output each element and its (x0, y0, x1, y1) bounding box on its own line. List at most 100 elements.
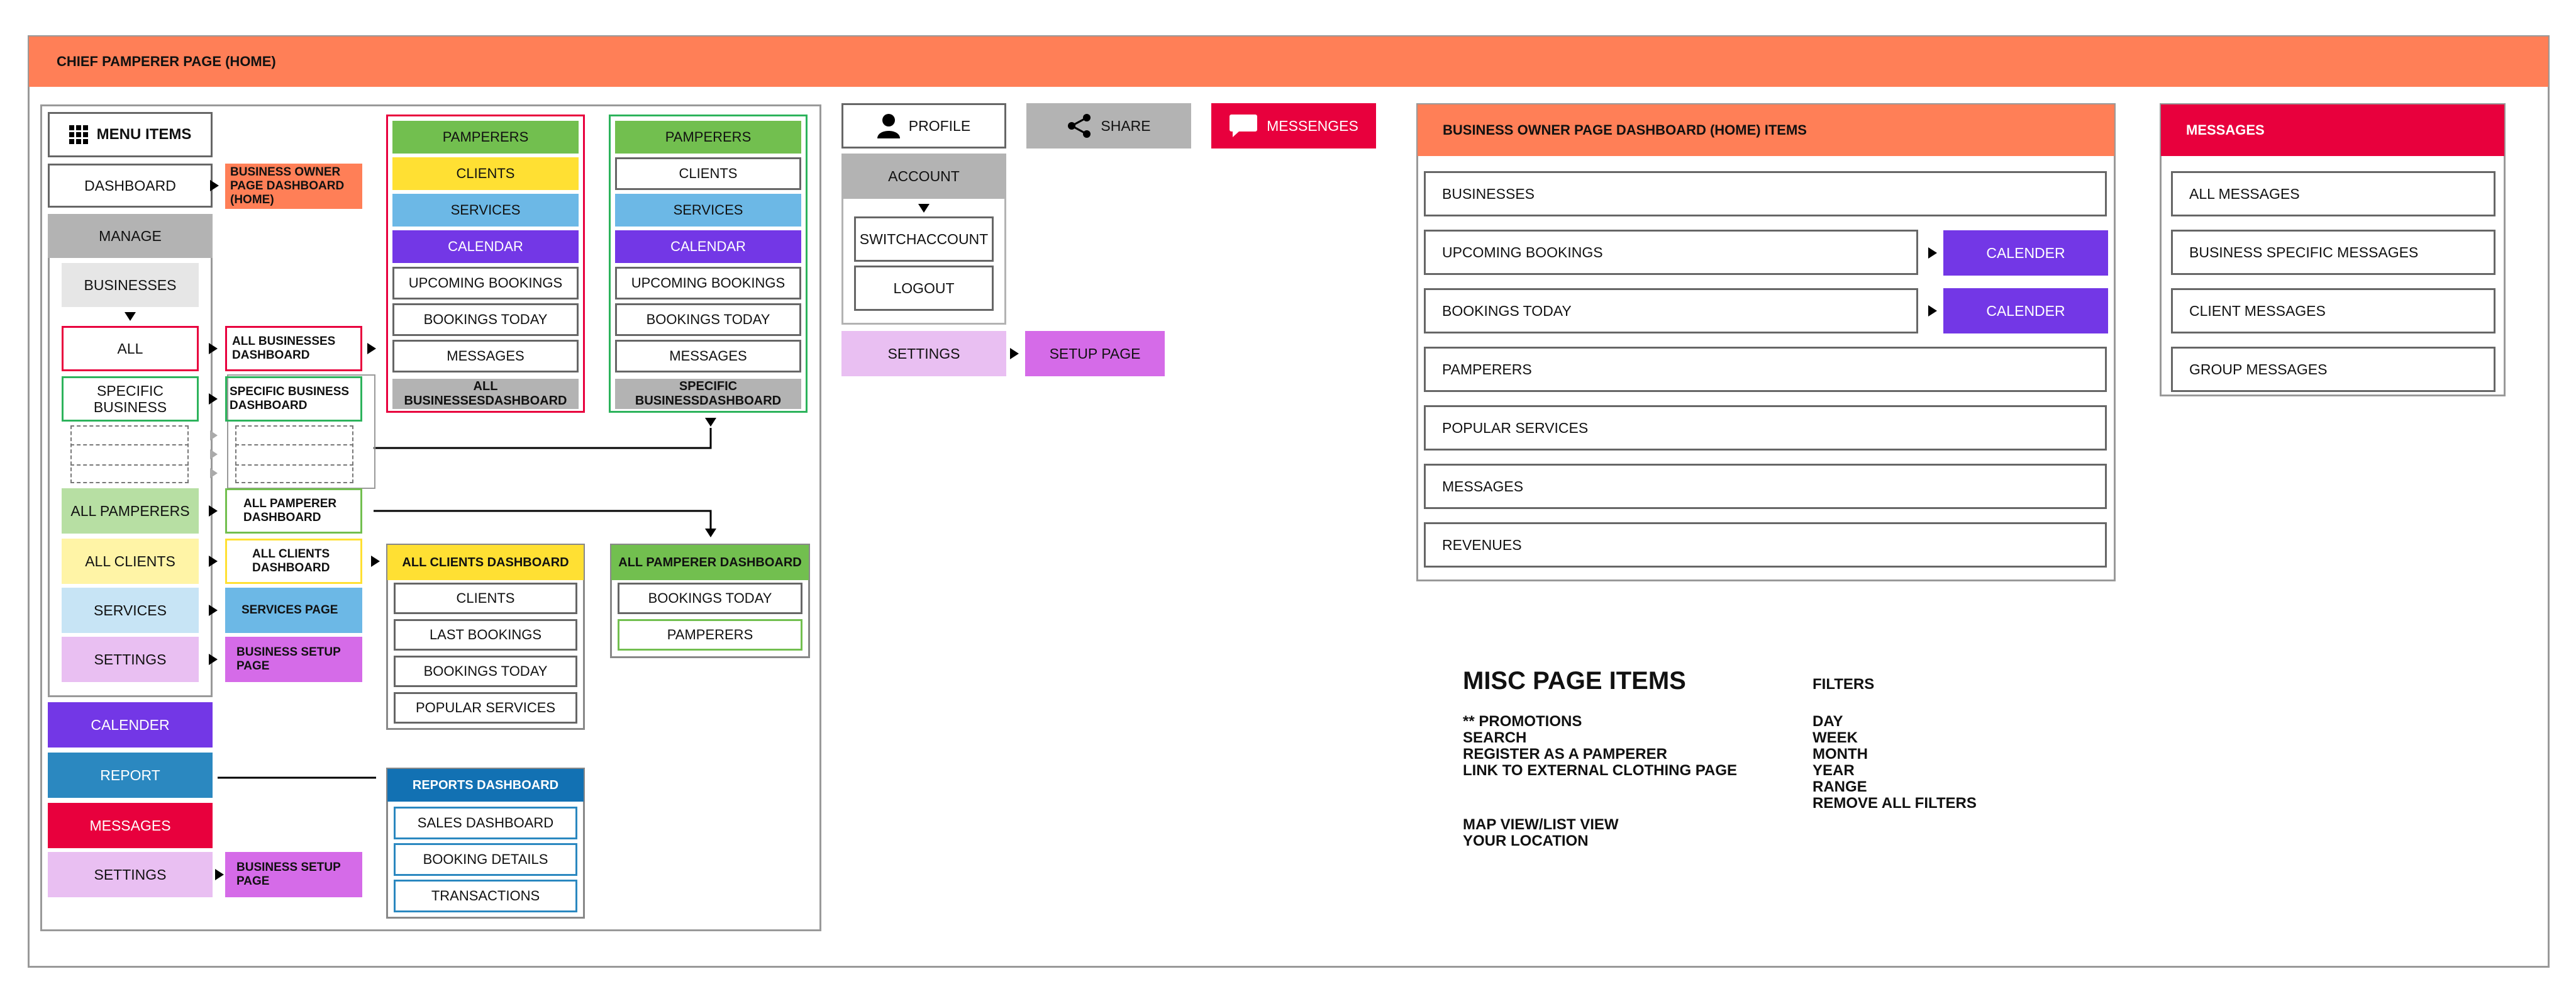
specific-business-item[interactable]: CLIENTS (615, 157, 801, 190)
menu-items-title: MENU ITEMS (96, 126, 192, 143)
owner-dashboard-item[interactable]: REVENUES (1424, 522, 2107, 568)
owner-dashboard-item[interactable]: MESSAGES (1424, 464, 2107, 509)
menu-item-services[interactable]: SERVICES (62, 588, 199, 633)
messages-panel-title-text: MESSAGES (2186, 122, 2265, 138)
services-page-label[interactable]: SERVICES PAGE (225, 588, 362, 633)
all-clients-item[interactable]: POPULAR SERVICES (394, 692, 577, 724)
all-businesses-item[interactable]: UPCOMING BOOKINGS (392, 267, 579, 300)
specific-business-item[interactable]: UPCOMING BOOKINGS (615, 267, 801, 300)
menu-item-all[interactable]: ALL (62, 326, 199, 371)
logout-button[interactable]: LOGOUT (854, 266, 994, 311)
owner-dashboard-item[interactable]: UPCOMING BOOKINGS (1424, 230, 1918, 275)
filter-item: RANGE (1813, 778, 1867, 795)
all-pamperer-item[interactable]: BOOKINGS TODAY (618, 583, 802, 614)
chat-bubble-icon (1230, 115, 1258, 137)
specific-business-dashboard-label[interactable]: SPECIFIC BUSINESS DASHBOARD (225, 376, 362, 422)
misc-item: YOUR LOCATION (1463, 832, 1589, 849)
menu-item-settings-bottom[interactable]: SETTINGS (48, 852, 213, 897)
owner-dashboard-item[interactable]: BOOKINGS TODAY (1424, 288, 1918, 333)
arrow-icon (210, 449, 218, 459)
all-businesses-item[interactable]: CALENDAR (392, 230, 579, 263)
owner-dashboard-item[interactable]: PAMPERERS (1424, 347, 2107, 392)
messages-item[interactable]: BUSINESS SPECIFIC MESSAGES (2171, 230, 2496, 275)
setup-page-button[interactable]: SETUP PAGE (1025, 331, 1165, 376)
menu-item-specific-business[interactable]: SPECIFIC BUSINESS (62, 376, 199, 422)
arrow-icon (209, 556, 218, 567)
placeholder-divider (70, 464, 189, 466)
specific-business-item[interactable]: PAMPERERS (615, 121, 801, 154)
all-clients-item[interactable]: CLIENTS (394, 583, 577, 614)
filter-item: REMOVE ALL FILTERS (1813, 795, 1977, 812)
misc-list: ** PROMOTIONS SEARCH REGISTER AS A PAMPERE… (1463, 714, 1737, 779)
misc-item: ** PROMOTIONS (1463, 713, 1582, 730)
menu-item-calender[interactable]: CALENDER (48, 702, 213, 748)
arrow-down-icon (125, 312, 136, 321)
all-businesses-item[interactable]: MESSAGES (392, 340, 579, 372)
arrow-icon (210, 468, 218, 478)
all-pamperer-item[interactable]: PAMPERERS (618, 619, 802, 651)
misc-list-2: MAP VIEW/LIST VIEW YOUR LOCATION (1463, 817, 1619, 849)
menu-items-header: MENU ITEMS (48, 112, 213, 157)
all-businesses-item[interactable]: SERVICES (392, 194, 579, 227)
menu-item-businesses[interactable]: BUSINESSES (62, 263, 199, 307)
placeholder-dashboards (235, 425, 353, 483)
messenges-button[interactable]: MESSENGES (1211, 103, 1376, 148)
arrow-icon (367, 343, 376, 354)
menu-item-report[interactable]: REPORT (48, 753, 213, 798)
all-clients-dashboard-label[interactable]: ALL CLIENTS DASHBOARD (225, 539, 362, 584)
all-businesses-item[interactable]: BOOKINGS TODAY (392, 303, 579, 336)
specific-business-item[interactable]: CALENDAR (615, 230, 801, 263)
owner-dashboard-item[interactable]: POPULAR SERVICES (1424, 405, 2107, 451)
arrow-icon (1928, 247, 1937, 259)
reports-item[interactable]: SALES DASHBOARD (394, 807, 577, 839)
messages-panel-title: MESSAGES (2161, 104, 2504, 156)
arrow-down-head (705, 529, 716, 537)
business-setup-page-label[interactable]: BUSINESS SETUP PAGE (225, 637, 362, 682)
specific-business-connector (374, 428, 712, 449)
switch-account-button[interactable]: SWITCHACCOUNT (854, 216, 994, 262)
specific-business-panel-footer: SPECIFIC BUSINESSDASHBOARD (615, 379, 801, 409)
all-clients-item[interactable]: LAST BOOKINGS (394, 619, 577, 651)
business-owner-dashboard-label[interactable]: BUSINESS OWNER PAGE DASHBOARD (HOME) (225, 164, 362, 209)
all-businesses-item[interactable]: PAMPERERS (392, 121, 579, 154)
menu-item-dashboard[interactable]: DASHBOARD (48, 164, 213, 208)
menu-item-settings[interactable]: SETTINGS (62, 637, 199, 682)
filter-item: WEEK (1813, 729, 1858, 746)
share-label: SHARE (1101, 117, 1151, 134)
arrow-icon (209, 505, 218, 517)
menu-item-messages[interactable]: MESSAGES (48, 803, 213, 848)
menu-item-all-clients[interactable]: ALL CLIENTS (62, 539, 199, 584)
all-pamperer-dashboard-label[interactable]: ALL PAMPERER DASHBOARD (225, 488, 362, 534)
profile-button[interactable]: PROFILE (841, 103, 1006, 148)
menu-item-all-pamperers[interactable]: ALL PAMPERERS (62, 488, 199, 534)
share-button[interactable]: SHARE (1026, 103, 1191, 148)
messages-item[interactable]: GROUP MESSAGES (2171, 347, 2496, 392)
arrow-icon (1928, 305, 1937, 316)
reports-item[interactable]: BOOKING DETAILS (394, 843, 577, 876)
arrow-icon (209, 343, 218, 354)
specific-business-item[interactable]: SERVICES (615, 194, 801, 227)
messages-item[interactable]: CLIENT MESSAGES (2171, 288, 2496, 333)
account-button[interactable]: ACCOUNT (841, 154, 1006, 199)
filters-list: DAY WEEK MONTH YEAR RANGE REMOVE ALL FILTERS (1813, 714, 1977, 812)
misc-item: SEARCH (1463, 729, 1527, 746)
all-clients-item[interactable]: BOOKINGS TODAY (394, 656, 577, 687)
misc-item: MAP VIEW/LIST VIEW (1463, 816, 1619, 833)
arrow-down-icon (918, 204, 930, 213)
arrow-icon (210, 180, 219, 191)
all-pamperer-panel-title: ALL PAMPERER DASHBOARD (611, 545, 809, 580)
all-businesses-item[interactable]: CLIENTS (392, 157, 579, 190)
specific-business-item[interactable]: MESSAGES (615, 340, 801, 372)
reports-item[interactable]: TRANSACTIONS (394, 880, 577, 912)
calender-button[interactable]: CALENDER (1943, 230, 2108, 276)
settings-button[interactable]: SETTINGS (841, 331, 1006, 376)
menu-item-manage[interactable]: MANAGE (48, 214, 213, 258)
owner-dashboard-item[interactable]: BUSINESSES (1424, 171, 2107, 216)
placeholder-divider (235, 464, 353, 466)
specific-business-item[interactable]: BOOKINGS TODAY (615, 303, 801, 336)
calender-button[interactable]: CALENDER (1943, 288, 2108, 333)
messages-item[interactable]: ALL MESSAGES (2171, 171, 2496, 216)
business-setup-page-bottom-label[interactable]: BUSINESS SETUP PAGE (225, 852, 362, 897)
all-businesses-dashboard-label[interactable]: ALL BUSINESSES DASHBOARD (225, 326, 362, 371)
placeholder-divider (235, 444, 353, 445)
